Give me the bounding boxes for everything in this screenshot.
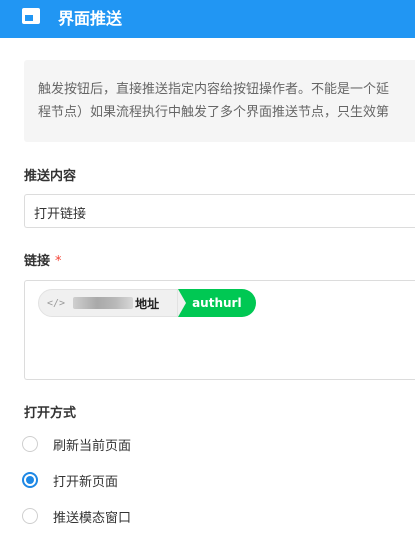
field-chip-label: 地址	[135, 296, 160, 311]
field-chip[interactable]: </> 地址 authurl	[38, 289, 256, 317]
description-line-1: 触发按钮后，直接推送指定内容给按钮操作者。不能是一个延	[38, 82, 390, 97]
header-bar: 界面推送	[0, 0, 415, 38]
content-label: 推送内容	[24, 165, 76, 184]
radio-push-modal[interactable]: 推送模态窗口	[22, 506, 131, 526]
radio-circle	[22, 508, 38, 524]
content-label-text: 推送内容	[24, 169, 77, 184]
radio-open-new[interactable]: 打开新页面	[22, 470, 118, 490]
description-box: 触发按钮后，直接推送指定内容给按钮操作者。不能是一个延 程节点）如果流程执行中触…	[24, 60, 415, 142]
link-label-text: 链接	[24, 254, 51, 269]
content-select[interactable]: 打开链接	[24, 194, 415, 228]
field-chip-source: </> 地址	[38, 289, 179, 317]
page-title: 界面推送	[58, 9, 123, 28]
radio-label: 打开新页面	[53, 474, 119, 490]
content-select-value: 打开链接	[34, 207, 87, 222]
open-mode-label-text: 打开方式	[24, 406, 77, 421]
chip-arrow-icon	[178, 289, 187, 317]
required-mark: *	[55, 254, 62, 269]
code-icon: </>	[47, 297, 66, 309]
radio-label: 推送模态窗口	[53, 510, 132, 526]
link-label: 链接 *	[24, 250, 62, 269]
description-line-2: 程节点）如果流程执行中触发了多个界面推送节点，只生效第	[38, 105, 390, 120]
radio-label: 刷新当前页面	[53, 438, 132, 454]
redacted-text	[73, 297, 134, 309]
radio-refresh-current[interactable]: 刷新当前页面	[22, 434, 131, 454]
open-mode-label: 打开方式	[24, 402, 76, 421]
radio-circle	[22, 472, 38, 488]
field-chip-node-name: authurl	[192, 296, 242, 310]
link-input[interactable]: </> 地址 authurl	[24, 280, 415, 380]
radio-circle	[22, 436, 38, 452]
window-icon	[22, 8, 40, 24]
field-chip-node: authurl	[178, 289, 256, 317]
